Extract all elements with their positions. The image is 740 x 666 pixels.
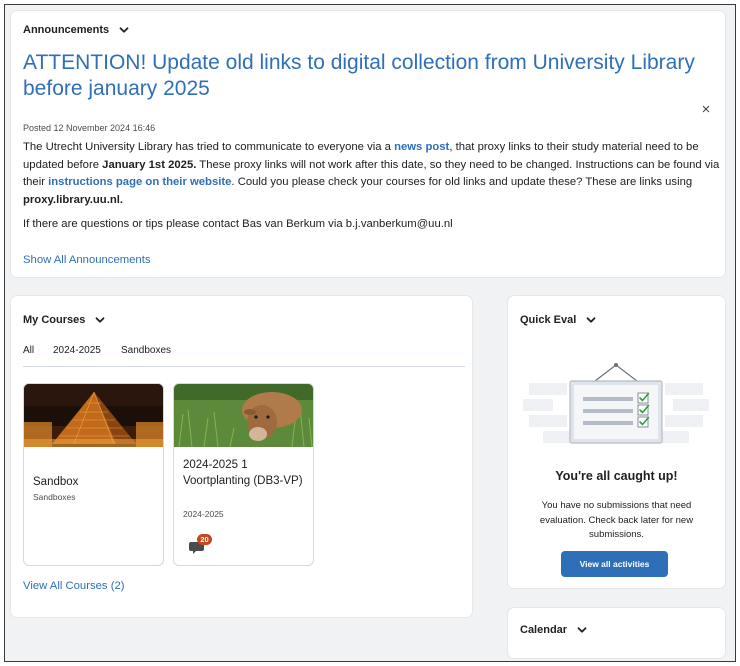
quick-eval-widget: Quick Eval You're all caught up! You hav…	[508, 296, 725, 588]
quick-eval-header[interactable]: Quick Eval	[520, 314, 596, 326]
chat-notification-icon[interactable]: 20	[189, 534, 212, 556]
chevron-down-icon[interactable]	[577, 625, 587, 635]
chevron-down-icon[interactable]	[586, 315, 596, 325]
chevron-down-icon[interactable]	[119, 25, 129, 35]
view-all-activities-button[interactable]: View all activities	[561, 551, 668, 577]
bold-proxy: proxy.library.uu.nl.	[23, 193, 124, 206]
view-all-courses-link[interactable]: View All Courses (2)	[23, 580, 125, 592]
bold-date: January 1st 2025.	[102, 158, 197, 171]
course-title: Sandbox	[33, 476, 79, 488]
course-card-voortplanting[interactable]: 2024-2025 1 Voortplanting (DB3-VP) 2024-…	[173, 383, 314, 566]
chevron-down-icon[interactable]	[95, 315, 105, 325]
tab-sandboxes[interactable]: Sandboxes	[121, 345, 171, 356]
news-post-link[interactable]: news post	[394, 141, 449, 153]
close-icon[interactable]: ×	[699, 102, 713, 117]
announcement-contact: If there are questions or tips please co…	[23, 218, 453, 230]
course-image-louvre	[24, 384, 163, 447]
tab-all[interactable]: All	[23, 345, 34, 356]
my-courses-header[interactable]: My Courses	[23, 314, 105, 326]
tab-2024-2025[interactable]: 2024-2025	[53, 345, 101, 356]
announcement-title[interactable]: ATTENTION! Update old links to digital c…	[23, 50, 703, 102]
notification-count-badge: 20	[197, 534, 212, 545]
calendar-widget: Calendar	[508, 608, 725, 658]
instructions-page-link[interactable]: instructions page on their website	[48, 176, 231, 188]
calendar-header[interactable]: Calendar	[520, 624, 587, 636]
course-title: 2024-2025 1 Voortplanting (DB3-VP)	[183, 459, 303, 487]
announcements-header[interactable]: Announcements	[23, 24, 129, 36]
body-text: The Utrecht University Library has tried…	[23, 141, 395, 153]
announcement-posted-date: Posted 12 November 2024 16:46	[23, 123, 156, 133]
my-courses-header-label: My Courses	[23, 314, 86, 326]
course-tabs: All 2024-2025 Sandboxes	[23, 345, 465, 367]
announcement-body: The Utrecht University Library has tried…	[23, 139, 721, 209]
caught-up-text: You have no submissions that need evalua…	[539, 500, 694, 540]
my-courses-widget: My Courses All 2024-2025 Sandboxes Sandb…	[11, 296, 472, 617]
caught-up-illustration-icon	[523, 363, 709, 444]
app-frame: Announcements ATTENTION! Update old link…	[4, 4, 736, 662]
body-text: . Could you please check your courses fo…	[231, 176, 693, 188]
quick-eval-header-label: Quick Eval	[520, 314, 577, 326]
course-subtitle: 2024-2025	[183, 509, 224, 519]
show-all-announcements-link[interactable]: Show All Announcements	[23, 254, 151, 266]
caught-up-title: You're all caught up!	[555, 469, 678, 483]
course-image-cow	[174, 384, 313, 447]
calendar-header-label: Calendar	[520, 624, 568, 636]
announcements-header-label: Announcements	[23, 24, 110, 36]
announcements-widget: Announcements ATTENTION! Update old link…	[11, 11, 725, 277]
course-card-sandbox[interactable]: Sandbox Sandboxes	[23, 383, 164, 566]
course-subtitle: Sandboxes	[33, 492, 76, 502]
